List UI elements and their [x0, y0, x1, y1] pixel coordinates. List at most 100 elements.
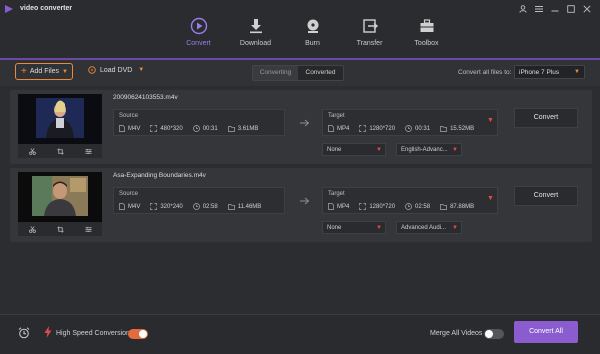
app-logo-icon — [5, 5, 13, 13]
toggle-knob — [485, 330, 493, 338]
tab-toolbox[interactable]: Toolbox — [398, 16, 455, 47]
dvd-icon — [88, 66, 96, 74]
folder-icon — [227, 125, 235, 132]
chevron-down-icon[interactable]: ▼ — [138, 67, 144, 73]
toolbox-icon — [420, 19, 433, 32]
convert-button[interactable]: Convert — [514, 108, 578, 128]
target-label: Target — [328, 191, 345, 197]
source-size: 3.61MB — [237, 125, 259, 132]
folder-icon — [440, 125, 447, 132]
audio-track-select[interactable]: English-Advanc... ▼ — [396, 143, 462, 156]
source-info: Source M4V 320*240 02:58 11.46MB — [113, 187, 285, 214]
app-window: video converter Convert Download Burn Tr… — [0, 0, 600, 354]
video-thumbnail[interactable] — [18, 94, 102, 144]
resolution-icon — [150, 203, 158, 210]
scissors-icon[interactable] — [28, 147, 36, 155]
subtitle-value: None — [327, 224, 342, 231]
list-item: Asa-Expanding Boundaries.m4v Source M4V … — [10, 168, 592, 242]
output-preset-value: iPhone 7 Plus — [519, 68, 560, 76]
lightning-icon — [44, 326, 52, 338]
tab-download[interactable]: Download — [227, 16, 284, 47]
folder-icon — [440, 203, 447, 210]
status-tabs: Converting Converted — [252, 65, 344, 81]
tab-toolbox-label: Toolbox — [414, 40, 439, 47]
target-duration: 02:58 — [415, 203, 431, 210]
file-name: 20090624103553.m4v — [113, 94, 178, 101]
source-label: Source — [119, 191, 139, 197]
target-format: MP4 — [337, 125, 350, 132]
arrow-right-icon — [300, 197, 310, 205]
resolution-icon — [359, 203, 367, 210]
alarm-clock-icon[interactable] — [18, 327, 30, 339]
convert-button[interactable]: Convert — [514, 186, 578, 206]
file-icon — [119, 125, 125, 132]
toolbar: + Add Files ▼ Load DVD ▼ Converting Conv… — [0, 60, 600, 86]
tab-converted[interactable]: Converted — [298, 66, 343, 80]
effects-icon[interactable] — [84, 226, 92, 233]
target-info[interactable]: Target MP4 1280*720 00:31 15.52MB — [322, 109, 498, 136]
target-size: 87.88MB — [450, 203, 475, 210]
tab-burn-label: Burn — [305, 40, 320, 47]
merge-all-toggle[interactable] — [484, 329, 504, 339]
target-resolution: 1280*720 — [369, 125, 396, 132]
video-thumbnail[interactable] — [18, 172, 102, 222]
source-format: M4V — [128, 203, 141, 210]
tab-transfer-label: Transfer — [356, 40, 383, 47]
load-dvd-button[interactable]: Load DVD ▼ — [88, 66, 144, 74]
source-size: 11.46MB — [237, 203, 262, 210]
effects-icon[interactable] — [84, 148, 92, 155]
title-bar: video converter Convert Download Burn Tr… — [0, 0, 600, 60]
app-title: video converter — [20, 5, 73, 12]
target-resolution: 1280*720 — [369, 203, 396, 210]
convert-icon — [190, 17, 207, 35]
download-icon — [249, 19, 262, 34]
file-icon — [119, 203, 125, 210]
tab-transfer[interactable]: Transfer — [341, 16, 398, 47]
minimize-icon[interactable] — [550, 4, 560, 14]
convert-all-to-label: Convert all files to: — [458, 69, 512, 76]
output-preset-select[interactable]: iPhone 7 Plus ▼ — [514, 65, 585, 79]
crop-icon[interactable] — [56, 225, 64, 233]
target-info[interactable]: Target MP4 1280*720 02:58 87.88MB — [322, 187, 498, 214]
tab-burn[interactable]: Burn — [284, 16, 341, 47]
add-files-button[interactable]: + Add Files ▼ — [15, 63, 73, 80]
source-duration: 02:58 — [202, 203, 218, 210]
merge-all-label: Merge All Videos — [430, 330, 483, 337]
tab-convert[interactable]: Convert — [170, 16, 227, 47]
tab-convert-label: Convert — [186, 40, 211, 47]
tab-converting[interactable]: Converting — [253, 66, 298, 80]
chevron-down-icon: ▼ — [376, 224, 382, 231]
target-dropdown-icon[interactable]: ▼ — [487, 117, 494, 124]
resolution-icon — [359, 125, 367, 132]
target-dropdown-icon[interactable]: ▼ — [487, 195, 494, 202]
tab-download-label: Download — [239, 40, 272, 47]
close-icon[interactable] — [582, 4, 592, 14]
plus-icon: + — [21, 65, 27, 77]
account-icon[interactable] — [518, 4, 528, 14]
audio-track-select[interactable]: Advanced Audi... ▼ — [396, 221, 462, 234]
window-controls — [518, 4, 592, 14]
high-speed-label: High Speed Conversion — [56, 330, 130, 337]
maximize-icon[interactable] — [566, 4, 576, 14]
thumbnail-tools — [18, 144, 102, 158]
source-duration: 00:31 — [202, 125, 218, 132]
audio-track-value: Advanced Audi... — [401, 224, 447, 231]
file-list: 20090624103553.m4v Source M4V 480*320 00… — [0, 86, 600, 314]
subtitle-select[interactable]: None ▼ — [322, 143, 386, 156]
menu-icon[interactable] — [534, 4, 544, 14]
chevron-down-icon[interactable]: ▼ — [62, 69, 68, 75]
source-format: M4V — [128, 125, 141, 132]
source-label: Source — [119, 113, 139, 119]
chevron-down-icon: ▼ — [376, 146, 382, 153]
high-speed-toggle[interactable] — [128, 329, 148, 339]
scissors-icon[interactable] — [28, 225, 36, 233]
chevron-down-icon: ▼ — [452, 146, 458, 153]
burn-icon — [307, 19, 318, 33]
crop-icon[interactable] — [56, 147, 64, 155]
chevron-down-icon: ▼ — [574, 69, 580, 75]
chevron-down-icon: ▼ — [452, 224, 458, 231]
subtitle-select[interactable]: None ▼ — [322, 221, 386, 234]
target-format: MP4 — [337, 203, 350, 210]
convert-all-button[interactable]: Convert All — [514, 321, 578, 343]
transfer-icon — [362, 19, 378, 33]
